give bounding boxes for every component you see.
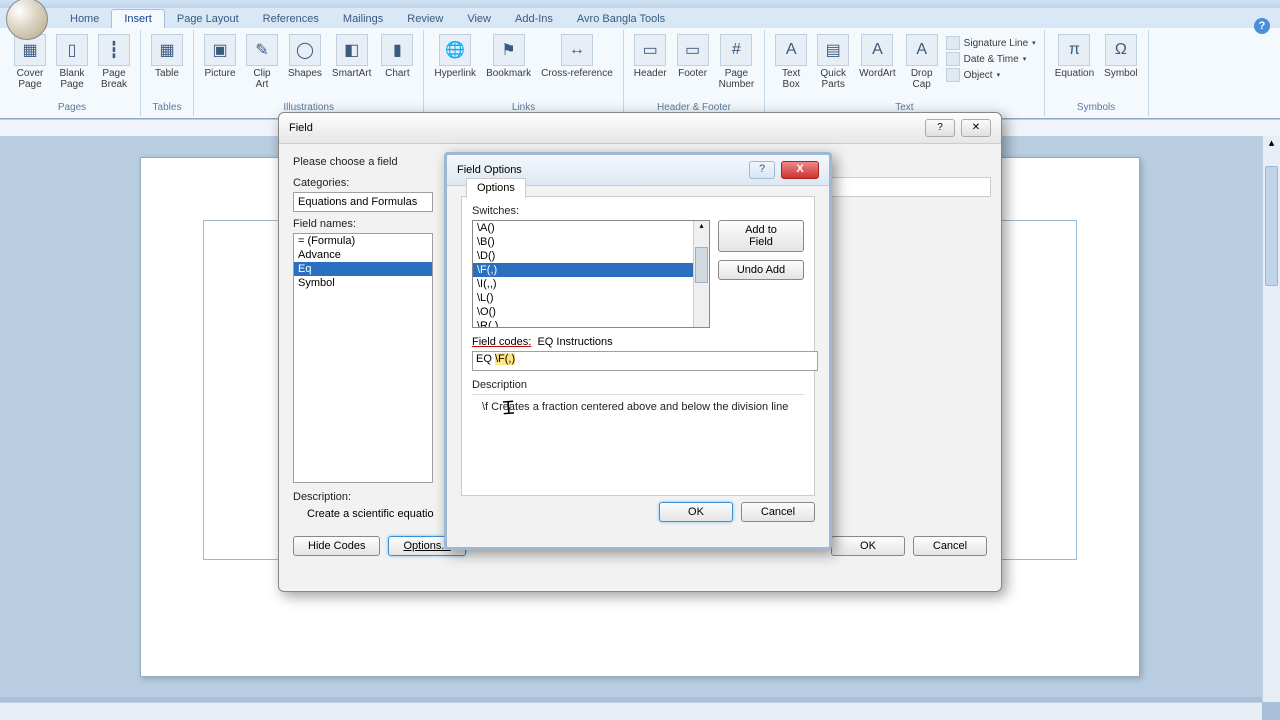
- cover-page-button[interactable]: ▦Cover Page: [10, 32, 50, 95]
- add-to-field-button[interactable]: Add to Field: [718, 220, 804, 252]
- signature-line-button[interactable]: Signature Line ▾: [946, 36, 1036, 50]
- table-icon: ▦: [151, 34, 183, 66]
- switches-label: Switches:: [472, 205, 804, 217]
- clip-art-icon: ✎: [246, 34, 278, 66]
- drop-cap-button[interactable]: ADrop Cap: [902, 32, 942, 95]
- tab-mailings[interactable]: Mailings: [331, 10, 395, 28]
- date-time-button[interactable]: Date & Time ▾: [946, 52, 1036, 66]
- switch-item[interactable]: \A(): [473, 221, 709, 235]
- smartart-icon: ◧: [336, 34, 368, 66]
- drop-cap-icon: A: [906, 34, 938, 66]
- picture-button[interactable]: ▣Picture: [200, 32, 240, 84]
- page-number-icon: #: [720, 34, 752, 66]
- switch-item[interactable]: \F(,): [473, 263, 709, 277]
- switch-item[interactable]: \B(): [473, 235, 709, 249]
- page-break-button[interactable]: ┇Page Break: [94, 32, 134, 95]
- hyperlink-icon: 🌐: [439, 34, 471, 66]
- text-box-icon: A: [775, 34, 807, 66]
- equation-icon: π: [1058, 34, 1090, 66]
- categories-select[interactable]: Equations and Formulas: [293, 192, 433, 212]
- tab-page-layout[interactable]: Page Layout: [165, 10, 251, 28]
- page-number-button[interactable]: #Page Number: [715, 32, 759, 95]
- field-cancel-button[interactable]: Cancel: [913, 536, 987, 556]
- tab-references[interactable]: References: [251, 10, 331, 28]
- field-options-help-button[interactable]: ?: [749, 161, 775, 179]
- tab-avro-bangla-tools[interactable]: Avro Bangla Tools: [565, 10, 677, 28]
- field-name-item[interactable]: Eq: [294, 262, 432, 276]
- tab-insert[interactable]: Insert: [111, 9, 165, 28]
- fo-description-label: Description: [472, 379, 804, 391]
- header-button[interactable]: ▭Header: [630, 32, 671, 84]
- blank-page-button[interactable]: ▯Blank Page: [52, 32, 92, 95]
- switch-item[interactable]: \D(): [473, 249, 709, 263]
- fo-description-text: \f Creates a fraction centered above and…: [472, 395, 804, 419]
- field-names-listbox[interactable]: = (Formula)AdvanceEqSymbol: [293, 233, 433, 483]
- field-options-title: Field Options: [457, 164, 522, 176]
- text-cursor-icon: Ꮖ: [502, 398, 515, 420]
- switches-scrollbar[interactable]: ▴: [693, 221, 709, 327]
- categories-label: Categories:: [293, 177, 433, 189]
- field-dialog-help-button[interactable]: ?: [925, 119, 955, 137]
- text-box-button[interactable]: AText Box: [771, 32, 811, 95]
- field-dialog-title: Field: [289, 122, 313, 134]
- bookmark-icon: ⚑: [493, 34, 525, 66]
- table-button[interactable]: ▦Table: [147, 32, 187, 84]
- fo-cancel-button[interactable]: Cancel: [741, 502, 815, 522]
- blank-page-icon: ▯: [56, 34, 88, 66]
- shapes-button[interactable]: ◯Shapes: [284, 32, 326, 84]
- switches-listbox[interactable]: \A()\B()\D()\F(,)\I(,,)\L()\O()\R(,)▴: [472, 220, 710, 328]
- office-button[interactable]: [6, 0, 48, 40]
- symbol-button[interactable]: ΩSymbol: [1100, 32, 1141, 84]
- switch-item[interactable]: \R(,): [473, 319, 709, 328]
- field-codes-input[interactable]: EQ \F(,): [472, 351, 818, 371]
- tab-view[interactable]: View: [455, 10, 503, 28]
- field-options-dialog: Field Options ? X Options Switches: \A()…: [444, 152, 832, 550]
- switch-item[interactable]: \O(): [473, 305, 709, 319]
- options-tab[interactable]: Options: [466, 178, 526, 198]
- cross-reference-button[interactable]: ↔Cross-reference: [537, 32, 617, 84]
- quick-parts-button[interactable]: ▤Quick Parts: [813, 32, 853, 95]
- ribbon-tabs: HomeInsertPage LayoutReferencesMailingsR…: [0, 8, 1280, 28]
- hide-codes-button[interactable]: Hide Codes: [293, 536, 380, 556]
- field-name-item[interactable]: Symbol: [294, 276, 432, 290]
- fo-ok-button[interactable]: OK: [659, 502, 733, 522]
- field-codes-label: Field codes: EQ Instructions: [472, 336, 613, 348]
- tab-home[interactable]: Home: [58, 10, 111, 28]
- page-break-icon: ┇: [98, 34, 130, 66]
- wordart-button[interactable]: AWordArt: [855, 32, 900, 84]
- equation-button[interactable]: πEquation: [1051, 32, 1098, 84]
- chart-icon: ▮: [381, 34, 413, 66]
- smartart-button[interactable]: ◧SmartArt: [328, 32, 375, 84]
- wordart-icon: A: [861, 34, 893, 66]
- help-icon[interactable]: ?: [1254, 18, 1270, 34]
- field-names-label: Field names:: [293, 218, 433, 230]
- field-ok-button[interactable]: OK: [831, 536, 905, 556]
- bookmark-button[interactable]: ⚑Bookmark: [482, 32, 535, 84]
- hyperlink-button[interactable]: 🌐Hyperlink: [430, 32, 480, 84]
- shapes-icon: ◯: [289, 34, 321, 66]
- switch-item[interactable]: \L(): [473, 291, 709, 305]
- vertical-scrollbar[interactable]: ▴: [1262, 136, 1280, 702]
- field-name-item[interactable]: = (Formula): [294, 234, 432, 248]
- footer-button[interactable]: ▭Footer: [673, 32, 713, 84]
- symbol-icon: Ω: [1105, 34, 1137, 66]
- cross-reference-icon: ↔: [561, 34, 593, 66]
- undo-add-button[interactable]: Undo Add: [718, 260, 804, 280]
- switch-item[interactable]: \I(,,): [473, 277, 709, 291]
- header-icon: ▭: [634, 34, 666, 66]
- clip-art-button[interactable]: ✎Clip Art: [242, 32, 282, 95]
- field-dialog-close-button[interactable]: ✕: [961, 119, 991, 137]
- field-options-close-button[interactable]: X: [781, 161, 819, 179]
- object-button[interactable]: Object ▾: [946, 68, 1036, 82]
- tab-review[interactable]: Review: [395, 10, 455, 28]
- quick-parts-icon: ▤: [817, 34, 849, 66]
- footer-icon: ▭: [677, 34, 709, 66]
- picture-icon: ▣: [204, 34, 236, 66]
- chart-button[interactable]: ▮Chart: [377, 32, 417, 84]
- horizontal-scrollbar[interactable]: [0, 702, 1262, 720]
- field-name-item[interactable]: Advance: [294, 248, 432, 262]
- tab-add-ins[interactable]: Add-Ins: [503, 10, 565, 28]
